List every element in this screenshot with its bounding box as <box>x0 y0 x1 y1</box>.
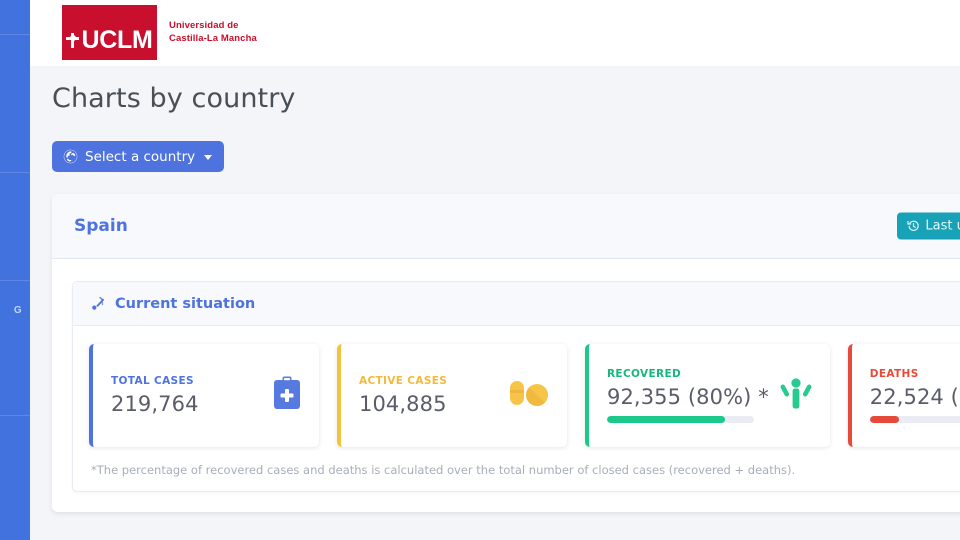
stat-label: TOTAL CASES <box>111 375 194 387</box>
person-recovered-icon <box>779 376 813 415</box>
country-panel: Spain Last update 25 <box>52 194 960 512</box>
globe-icon <box>63 149 78 164</box>
recovered-progress-bar <box>607 416 754 423</box>
current-situation-header: Current situation <box>73 282 960 326</box>
select-country-label: Select a country <box>85 148 196 165</box>
app-root: G UCLM Universidad de Castilla-La Mancha… <box>0 0 960 540</box>
clipboard-medical-icon <box>272 376 302 415</box>
sidebar-divider <box>0 280 30 281</box>
broadcast-icon <box>92 296 105 310</box>
stat-value: 104,885 <box>359 392 447 416</box>
stat-value: 92,355 (80%) * <box>607 385 769 409</box>
select-country-button[interactable]: Select a country <box>52 141 225 172</box>
brand-subtitle: Universidad de Castilla-La Mancha <box>169 20 257 44</box>
stat-label: ACTIVE CASES <box>359 375 448 387</box>
sidebar[interactable]: G <box>0 0 30 540</box>
current-situation-body: TOTAL CASES 219,764 ACTIVE CASES 104,885… <box>73 326 960 491</box>
brand-subtitle-line2: Castilla-La Mancha <box>169 32 257 44</box>
stat-value: 219,764 <box>111 392 199 416</box>
pills-icon <box>508 378 550 413</box>
history-icon <box>907 220 920 231</box>
current-situation-card: Current situation TOTAL CASES 219,764 AC… <box>72 281 960 492</box>
chevron-down-icon <box>204 155 213 160</box>
uclm-emblem-icon <box>66 33 80 48</box>
brand-subtitle-line1: Universidad de <box>169 20 239 32</box>
stat-label: DEATHS <box>869 368 919 380</box>
stat-card-active-cases[interactable]: ACTIVE CASES 104,885 <box>337 344 567 447</box>
uclm-logo-text: UCLM <box>81 26 153 54</box>
panel-title-spain: Spain <box>74 216 128 236</box>
main-content: Charts by country Select a country Spain <box>30 66 960 540</box>
brand-logo[interactable]: UCLM Universidad de Castilla-La Mancha <box>62 5 257 60</box>
last-update-label-group: Last update <box>897 212 960 240</box>
stat-value: 22,524 (2 <box>869 385 960 409</box>
stat-card-recovered[interactable]: RECOVERED 92,355 (80%) * <box>585 344 830 447</box>
sidebar-divider <box>0 172 30 173</box>
page-title: Charts by country <box>52 83 296 114</box>
stat-label: RECOVERED <box>607 368 682 380</box>
panel-header: Spain Last update 25 <box>52 194 960 259</box>
sidebar-divider <box>0 415 30 416</box>
panel-body: Current situation TOTAL CASES 219,764 AC… <box>52 259 960 512</box>
stats-footnote: *The percentage of recovered cases and d… <box>91 463 796 477</box>
stat-card-total-cases[interactable]: TOTAL CASES 219,764 <box>89 344 319 447</box>
stat-card-deaths[interactable]: DEATHS 22,524 (2 <box>847 344 960 447</box>
last-update-label: Last update <box>925 218 960 234</box>
sidebar-divider <box>0 34 30 35</box>
uclm-logo-box: UCLM <box>62 5 157 60</box>
sidebar-item-label-truncated[interactable]: G <box>0 305 30 316</box>
current-situation-title: Current situation <box>115 295 256 312</box>
stats-row: TOTAL CASES 219,764 ACTIVE CASES 104,885… <box>89 344 960 447</box>
deaths-progress-bar <box>869 416 960 423</box>
last-update-badge[interactable]: Last update 25 <box>897 212 960 240</box>
top-header-bar: UCLM Universidad de Castilla-La Mancha <box>30 0 960 66</box>
